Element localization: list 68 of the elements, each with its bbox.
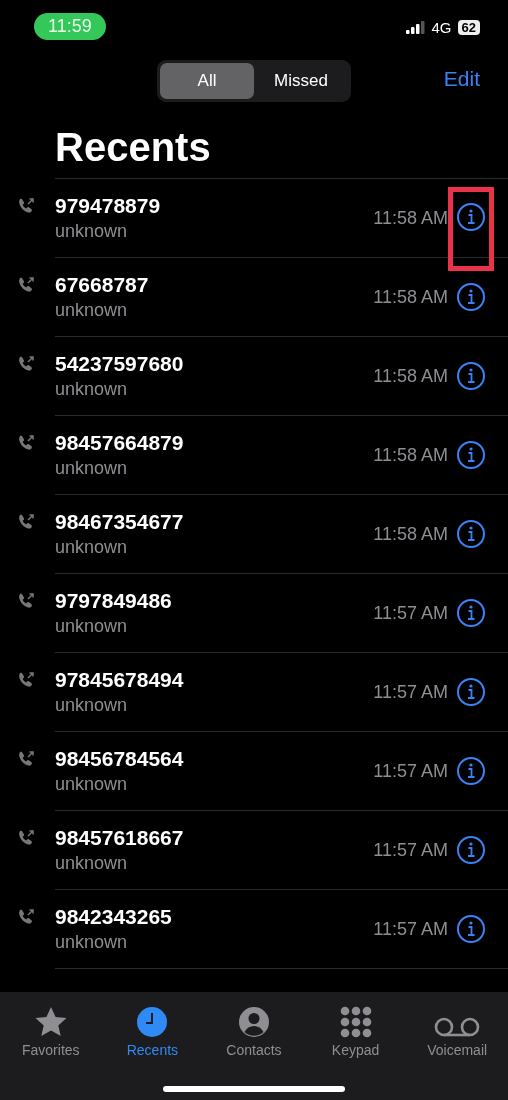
contact-icon: [238, 1006, 270, 1038]
call-time: 11:57 AM: [373, 602, 448, 624]
info-icon[interactable]: [456, 756, 486, 786]
call-time: 11:58 AM: [373, 523, 448, 545]
info-icon[interactable]: [456, 282, 486, 312]
caller-number: 97845678494: [55, 667, 185, 693]
segment-tab[interactable]: All: [160, 63, 254, 99]
caller-number: 54237597680: [55, 351, 185, 377]
info-icon[interactable]: [456, 835, 486, 865]
outgoing-call-icon: [17, 592, 35, 610]
outgoing-call-icon: [17, 671, 35, 689]
info-icon[interactable]: [456, 440, 486, 470]
caller-number: 98467354677: [55, 509, 185, 535]
tab-bar-item[interactable]: Recents: [102, 1000, 203, 1058]
tab-bar-item[interactable]: Keypad: [305, 1000, 406, 1058]
caller-label: unknown: [55, 615, 129, 638]
edit-button[interactable]: Edit: [437, 66, 486, 92]
caller-label: unknown: [55, 378, 129, 401]
call-time: 11:57 AM: [373, 681, 448, 703]
call-time: 11:58 AM: [373, 286, 448, 308]
tab-bar-item[interactable]: Contacts: [204, 1000, 304, 1058]
outgoing-call-icon: [17, 750, 35, 768]
info-icon[interactable]: [456, 202, 486, 232]
call-time: 11:58 AM: [373, 365, 448, 387]
call-time: 11:58 AM: [373, 444, 448, 466]
caller-label: unknown: [55, 220, 129, 243]
page-title: Recents: [55, 124, 212, 170]
call-time: 11:58 AM: [373, 207, 448, 229]
segment-tab[interactable]: Missed: [254, 63, 348, 99]
keypad-icon: [339, 1006, 372, 1038]
outgoing-call-icon: [17, 276, 35, 294]
status-time: 11:59: [34, 13, 106, 40]
network-type: 4G: [431, 19, 452, 36]
caller-number: 98457664879: [55, 430, 185, 456]
tab-bar-item[interactable]: Favorites: [0, 1000, 101, 1058]
caller-number: 979478879: [55, 193, 162, 219]
caller-label: unknown: [55, 773, 129, 796]
info-icon[interactable]: [456, 677, 486, 707]
outgoing-call-icon: [17, 355, 35, 373]
info-icon[interactable]: [456, 361, 486, 391]
info-icon[interactable]: [456, 914, 486, 944]
star-icon: [33, 1006, 68, 1038]
outgoing-call-icon: [17, 434, 35, 452]
call-time: 11:57 AM: [373, 839, 448, 861]
caller-number: 98456784564: [55, 746, 185, 772]
call-time: 11:57 AM: [373, 760, 448, 782]
caller-number: 67668787: [55, 272, 150, 298]
caller-number: 98457618667: [55, 825, 185, 851]
clock-icon: [136, 1006, 169, 1038]
signal-icon: [405, 21, 426, 34]
caller-number: 9842343265: [55, 904, 173, 930]
caller-label: unknown: [55, 457, 129, 480]
caller-label: unknown: [55, 931, 129, 954]
battery-level: 62: [457, 20, 480, 35]
caller-label: unknown: [55, 536, 129, 559]
tab-bar-item[interactable]: Voicemail: [407, 1000, 508, 1058]
caller-number: 9797849486: [55, 588, 173, 614]
voicemail-icon: [434, 1016, 481, 1038]
info-icon[interactable]: [456, 519, 486, 549]
outgoing-call-icon: [17, 829, 35, 847]
caller-label: unknown: [55, 694, 129, 717]
call-time: 11:57 AM: [373, 918, 448, 940]
outgoing-call-icon: [17, 908, 35, 926]
info-icon[interactable]: [456, 598, 486, 628]
outgoing-call-icon: [17, 197, 35, 215]
outgoing-call-icon: [17, 513, 35, 531]
caller-label: unknown: [55, 299, 129, 322]
caller-label: unknown: [55, 852, 129, 875]
